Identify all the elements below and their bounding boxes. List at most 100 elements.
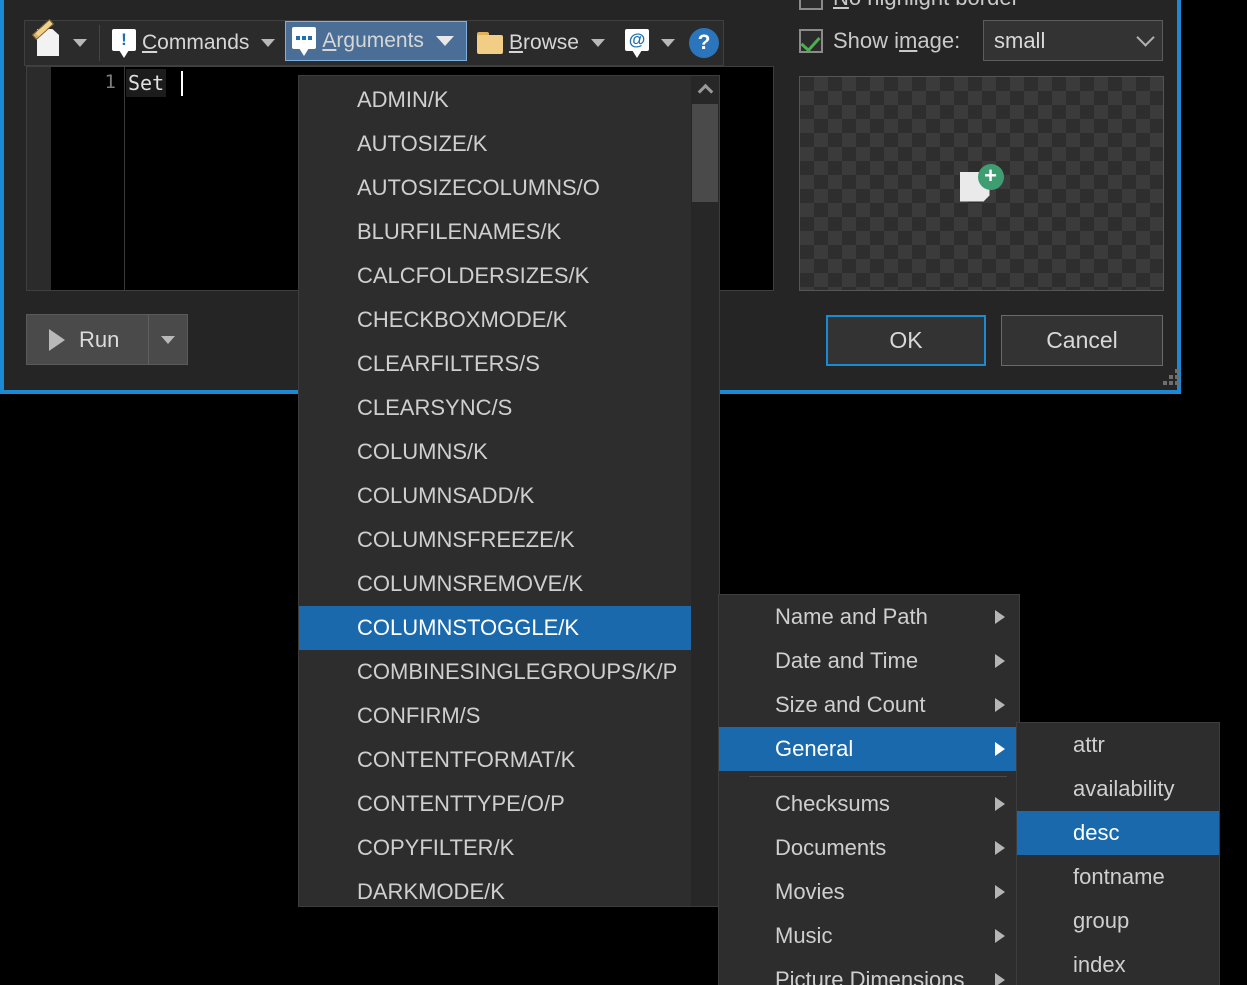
arguments-menu[interactable]: ADMIN/K AUTOSIZE/K AUTOSIZECOLUMNS/O BLURFI…: [298, 75, 720, 907]
arguments-dropdown-caret[interactable]: [435, 36, 454, 46]
scroll-up-icon[interactable]: [691, 76, 719, 102]
columnstoggle-submenu-item[interactable]: Name and Path: [719, 595, 1019, 639]
arguments-menu-scrollbar[interactable]: [691, 76, 719, 906]
resize-grip[interactable]: [1163, 369, 1180, 385]
arguments-menu-item[interactable]: CHECKBOXMODE/K: [299, 298, 719, 342]
columnstoggle-submenu-item[interactable]: Music: [719, 914, 1019, 958]
arguments-menu-item[interactable]: CONTENTTYPE/O/P: [299, 782, 719, 826]
arguments-menu-items: ADMIN/K AUTOSIZE/K AUTOSIZECOLUMNS/O BLURFI…: [299, 78, 719, 906]
run-button-main[interactable]: Run: [27, 327, 148, 353]
show-image-checkbox[interactable]: [799, 29, 823, 53]
play-icon: [49, 328, 65, 351]
commands-group[interactable]: ! Commands: [102, 21, 285, 65]
browse-button[interactable]: Browse: [471, 23, 585, 63]
new-script-group[interactable]: [25, 18, 97, 65]
variables-button[interactable]: @: [619, 23, 655, 63]
chevron-right-icon: [995, 610, 1005, 624]
columnstoggle-submenu-item-label: Documents: [775, 835, 887, 860]
chevron-down-icon: [1136, 28, 1155, 47]
arguments-menu-item[interactable]: BLURFILENAMES/K: [299, 210, 719, 254]
columnstoggle-submenu[interactable]: Name and Path Date and Time Size and Count…: [718, 594, 1020, 985]
commands-button-label: Commands: [142, 31, 250, 54]
arguments-menu-item[interactable]: COPYFILTER/K: [299, 826, 719, 870]
arguments-menu-item[interactable]: CALCFOLDERSIZES/K: [299, 254, 719, 298]
columnstoggle-submenu-item[interactable]: Documents: [719, 826, 1019, 870]
arguments-menu-item-label: COPYFILTER/K: [357, 835, 515, 860]
columnstoggle-submenu-item[interactable]: Checksums: [719, 782, 1019, 826]
arguments-menu-item[interactable]: CLEARSYNC/S: [299, 386, 719, 430]
run-dropdown-button[interactable]: [149, 335, 187, 344]
arguments-menu-item-label: COLUMNSTOGGLE/K: [357, 615, 580, 640]
arguments-menu-item[interactable]: COLUMNS/K: [299, 430, 719, 474]
arguments-menu-item[interactable]: ADMIN/K: [299, 78, 719, 122]
columnstoggle-submenu-item[interactable]: Picture Dimensions: [719, 958, 1019, 985]
cancel-button[interactable]: Cancel: [1001, 315, 1163, 366]
chevron-right-icon: [995, 929, 1005, 943]
chevron-right-icon: [995, 654, 1005, 668]
arguments-menu-item-label: COLUMNS/K: [357, 439, 488, 464]
variables-dropdown-caret[interactable]: [660, 39, 675, 47]
image-preview[interactable]: +: [799, 76, 1164, 291]
browse-button-label: Browse: [508, 31, 579, 54]
show-image-label: Show image:: [833, 28, 961, 53]
commands-button[interactable]: ! Commands: [106, 23, 255, 63]
arguments-menu-item-label: COLUMNSADD/K: [357, 483, 535, 508]
columnstoggle-submenu-item[interactable]: Date and Time: [719, 639, 1019, 683]
pencil-document-icon: [31, 18, 61, 57]
arguments-menu-item[interactable]: CLEARFILTERS/S: [299, 342, 719, 386]
run-button-label: Run: [79, 326, 120, 352]
arguments-menu-item[interactable]: COLUMNSTOGGLE/K: [299, 606, 719, 650]
arguments-menu-item[interactable]: COLUMNSADD/K: [299, 474, 719, 518]
arguments-menu-item[interactable]: COLUMNSFREEZE/K: [299, 518, 719, 562]
general-submenu-item[interactable]: desc: [1017, 811, 1219, 855]
browse-group[interactable]: Browse: [467, 21, 615, 65]
arguments-menu-item[interactable]: CONFIRM/S: [299, 694, 719, 738]
general-submenu-item-label: availability: [1073, 776, 1175, 801]
general-submenu-item[interactable]: fontname: [1017, 855, 1219, 899]
arguments-menu-item-label: ADMIN/K: [357, 87, 449, 112]
general-submenu[interactable]: attr availability desc fontname group index: [1016, 722, 1220, 985]
columnstoggle-submenu-item-label: Date and Time: [775, 648, 919, 673]
arguments-menu-item[interactable]: AUTOSIZE/K: [299, 122, 719, 166]
chevron-right-icon: [995, 698, 1005, 712]
chevron-right-icon: [995, 841, 1005, 855]
add-file-icon: +: [959, 163, 1004, 204]
screen: ! Commands Arguments Browse @ ? 1 Set Ru…: [0, 0, 1247, 985]
toolbar-divider: [99, 25, 100, 61]
arguments-menu-item[interactable]: CONTENTFORMAT/K: [299, 738, 719, 782]
scrollbar-thumb[interactable]: [692, 104, 718, 202]
image-size-select[interactable]: small: [983, 20, 1163, 61]
arguments-menu-item-label: CHECKBOXMODE/K: [357, 307, 568, 332]
show-image-row[interactable]: Show image:: [799, 28, 960, 54]
no-highlight-border-label: No highlight border: [833, 0, 1019, 11]
new-script-button[interactable]: [29, 18, 67, 63]
arguments-menu-item[interactable]: AUTOSIZECOLUMNS/O: [299, 166, 719, 210]
columnstoggle-submenu-item-label: General: [775, 736, 854, 761]
general-submenu-item[interactable]: index: [1017, 943, 1219, 985]
ok-button[interactable]: OK: [826, 315, 986, 366]
run-button[interactable]: Run: [26, 314, 188, 365]
columnstoggle-submenu-item[interactable]: Size and Count: [719, 683, 1019, 727]
variables-group[interactable]: @: [615, 21, 685, 65]
arguments-menu-item-label: CONFIRM/S: [357, 703, 481, 728]
arguments-menu-item-label: CALCFOLDERSIZES/K: [357, 263, 590, 288]
general-submenu-item[interactable]: attr: [1017, 723, 1219, 767]
arguments-menu-item-label: COLUMNSFREEZE/K: [357, 527, 575, 552]
help-icon[interactable]: ?: [688, 28, 719, 58]
no-highlight-border-checkbox[interactable]: [799, 0, 823, 10]
browse-dropdown-caret[interactable]: [590, 39, 605, 47]
arguments-menu-item[interactable]: DARKMODE/K: [299, 870, 719, 906]
arguments-menu-item[interactable]: COLUMNSREMOVE/K: [299, 562, 719, 606]
general-submenu-item[interactable]: availability: [1017, 767, 1219, 811]
no-highlight-border-row[interactable]: No highlight border: [799, 0, 1019, 11]
arguments-button[interactable]: Arguments: [285, 21, 467, 61]
columnstoggle-submenu-item[interactable]: Movies: [719, 870, 1019, 914]
columnstoggle-submenu-item-label: Music: [775, 923, 833, 948]
commands-dropdown-caret[interactable]: [261, 39, 276, 47]
help-group[interactable]: ?: [685, 21, 723, 65]
columnstoggle-submenu-item[interactable]: General: [719, 727, 1019, 771]
general-submenu-item[interactable]: group: [1017, 899, 1219, 943]
general-submenu-item-label: index: [1073, 952, 1126, 977]
new-script-dropdown-caret[interactable]: [73, 39, 87, 47]
arguments-menu-item[interactable]: COMBINESINGLEGROUPS/K/P: [299, 650, 719, 694]
